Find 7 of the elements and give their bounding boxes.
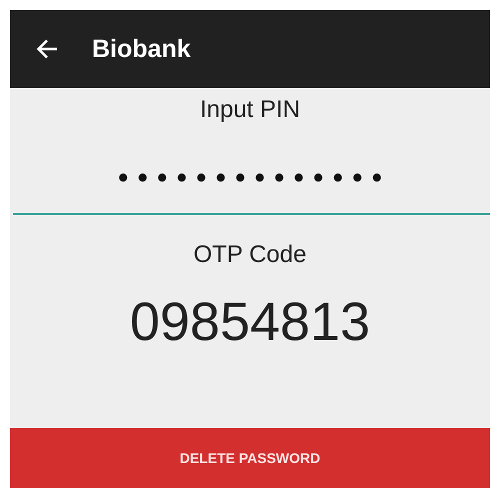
app-title: Biobank xyxy=(92,34,191,64)
otp-label: OTP Code xyxy=(194,241,306,269)
pin-field[interactable]: •••••••••••••• xyxy=(13,162,490,215)
back-arrow-icon[interactable] xyxy=(36,39,58,59)
pin-label: Input PIN xyxy=(200,96,300,124)
delete-password-button[interactable]: DELETE PASSWORD xyxy=(10,428,490,488)
otp-code: 09854813 xyxy=(130,291,370,353)
